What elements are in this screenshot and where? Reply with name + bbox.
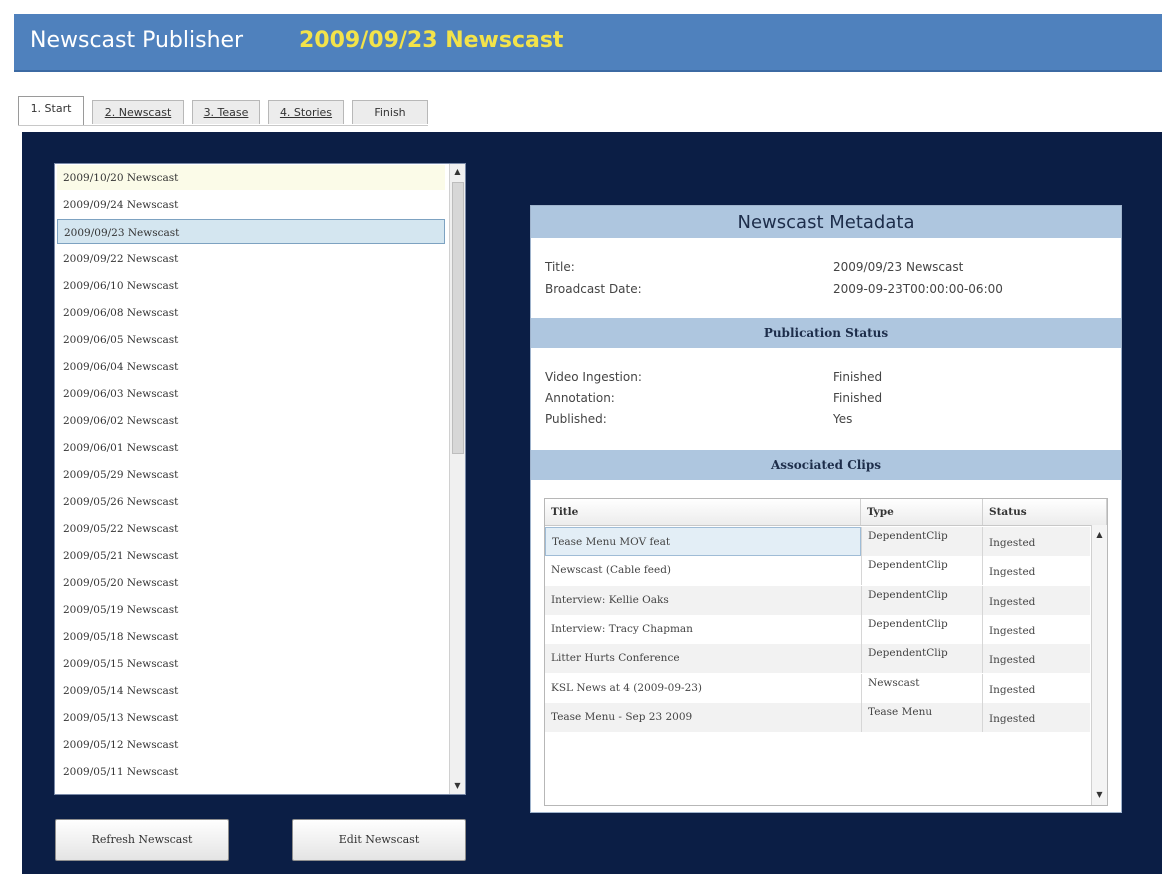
clip-type-cell: DependentClip [861,556,983,586]
video-ingestion-label: Video Ingestion: [545,370,642,384]
newscast-list-item[interactable]: 2009/05/21 Newscast [57,543,445,568]
grid-scroll-up-icon[interactable]: ▲ [1092,527,1107,543]
clips-table-row[interactable]: Interview: Kellie Oaks DependentClip Inges… [545,585,1090,615]
app-title: Newscast Publisher [30,28,244,53]
annotation-label: Annotation: [545,391,615,405]
associated-clips-grid[interactable]: Title Type Status Tease Menu MOV feat Dep… [544,498,1108,806]
clip-type-cell: DependentClip [861,527,983,556]
newscast-list-item[interactable]: 2009/06/01 Newscast [57,435,445,460]
clip-title-cell: Interview: Kellie Oaks [551,593,669,606]
associated-clips-header: Associated Clips [531,450,1121,480]
title-value: 2009/09/23 Newscast [833,260,964,274]
published-value: Yes [833,412,853,426]
newscast-list-item[interactable]: 2009/06/04 Newscast [57,354,445,379]
clip-title-cell: KSL News at 4 (2009-09-23) [551,681,703,694]
clip-type-cell: Tease Menu [861,702,983,732]
clip-type-cell: DependentClip [861,644,983,674]
newscast-list-item[interactable]: 2009/06/05 Newscast [57,327,445,352]
tab-start[interactable]: 1. Start [18,96,84,126]
newscast-list-item[interactable]: 2009/05/18 Newscast [57,624,445,649]
newscast-list-item[interactable]: 2009/05/26 Newscast [57,489,445,514]
newscast-list-item[interactable]: 2009/05/13 Newscast [57,705,445,730]
clips-grid-header: Title Type Status [545,499,1107,526]
clip-type-cell: DependentClip [861,585,983,615]
newscast-list-item[interactable]: 2009/06/03 Newscast [57,381,445,406]
clip-status-cell: Ingested [989,654,1036,667]
clips-table-row[interactable]: Interview: Tracy Chapman DependentClip Ing… [545,614,1090,644]
newscast-list-scrollbar[interactable]: ▲ ▼ [449,164,465,794]
newscast-list-item[interactable]: 2009/06/08 Newscast [57,300,445,325]
clip-title-cell: Tease Menu - Sep 23 2009 [551,710,693,723]
title-label: Title: [545,260,575,274]
scroll-thumb[interactable] [452,182,464,454]
current-newscast-title: 2009/09/23 Newscast [299,28,564,53]
metadata-header: Newscast Metadata [531,206,1121,238]
clip-title-cell: Tease Menu MOV feat [545,527,861,556]
clips-grid-scrollbar[interactable]: ▲ ▼ [1091,525,1107,805]
clip-status-cell: Ingested [989,566,1036,579]
published-label: Published: [545,412,607,426]
tab-tease[interactable]: 3. Tease [192,100,260,124]
newscast-list-item[interactable]: 2009/05/19 Newscast [57,597,445,622]
column-header-title[interactable]: Title [545,499,861,525]
broadcast-date-value: 2009-09-23T00:00:00-06:00 [833,282,1003,296]
refresh-newscast-button[interactable]: Refresh Newscast [55,819,229,861]
clip-status-cell: Ingested [989,537,1036,549]
video-ingestion-value: Finished [833,370,883,384]
newscast-list-item[interactable]: 2009/09/22 Newscast [57,246,445,271]
tab-finish[interactable]: Finish [352,100,428,124]
scroll-down-icon[interactable]: ▼ [450,778,465,794]
newscast-list-item[interactable]: 2009/09/23 Newscast [57,219,445,244]
clips-table-row[interactable]: Newscast (Cable feed) DependentClip Ingest… [545,556,1090,586]
clip-status-cell: Ingested [989,595,1036,608]
publication-status-header: Publication Status [531,318,1121,348]
newscast-list-item[interactable]: 2009/05/22 Newscast [57,516,445,541]
clips-table-row[interactable]: Tease Menu MOV feat DependentClip Ingested [545,527,1090,556]
clip-type-cell: Newscast [861,673,983,703]
scroll-up-icon[interactable]: ▲ [450,164,465,180]
broadcast-date-label: Broadcast Date: [545,282,642,296]
column-header-status[interactable]: Status [983,499,1107,525]
clip-type-cell: DependentClip [861,614,983,644]
newscast-list-item[interactable]: 2009/10/20 Newscast [57,165,445,190]
annotation-value: Finished [833,391,883,405]
newscast-list-item[interactable]: 2009/05/29 Newscast [57,462,445,487]
title-bar: Newscast Publisher 2009/09/23 Newscast [14,14,1162,72]
clip-status-cell: Ingested [989,624,1036,637]
newscast-list-item[interactable]: 2009/05/12 Newscast [57,732,445,757]
edit-newscast-button[interactable]: Edit Newscast [292,819,466,861]
clips-table-row[interactable]: Litter Hurts Conference DependentClip Inge… [545,644,1090,674]
newscast-list-item[interactable]: 2009/05/11 Newscast [57,759,445,784]
clips-table-row[interactable]: Tease Menu - Sep 23 2009 Tease Menu Ingest… [545,702,1090,732]
clip-status-cell: Ingested [989,712,1036,725]
clip-status-cell: Ingested [989,683,1036,696]
clip-title-cell: Interview: Tracy Chapman [551,622,693,635]
newscast-list-item[interactable]: 2009/06/10 Newscast [57,273,445,298]
clip-title-cell: Newscast (Cable feed) [551,564,672,577]
clip-title-cell: Litter Hurts Conference [551,652,680,665]
tab-newscast[interactable]: 2. Newscast [92,100,184,124]
tab-strip-divider [18,125,428,126]
newscast-list-item[interactable]: 2009/06/02 Newscast [57,408,445,433]
newscast-list[interactable]: 2009/10/20 Newscast 2009/09/24 Newscast 20… [54,163,466,795]
newscast-list-item[interactable]: 2009/05/20 Newscast [57,570,445,595]
newscast-list-item[interactable]: 2009/05/15 Newscast [57,651,445,676]
clips-table-row[interactable]: KSL News at 4 (2009-09-23) Newscast Ingest… [545,673,1090,703]
grid-scroll-down-icon[interactable]: ▼ [1092,787,1107,803]
column-header-type[interactable]: Type [861,499,983,525]
newscast-list-item[interactable]: 2009/05/14 Newscast [57,678,445,703]
newscast-list-item[interactable]: 2009/09/24 Newscast [57,192,445,217]
newscast-metadata-panel: Newscast Metadata Title: 2009/09/23 News… [530,205,1122,813]
tab-stories[interactable]: 4. Stories [268,100,344,124]
